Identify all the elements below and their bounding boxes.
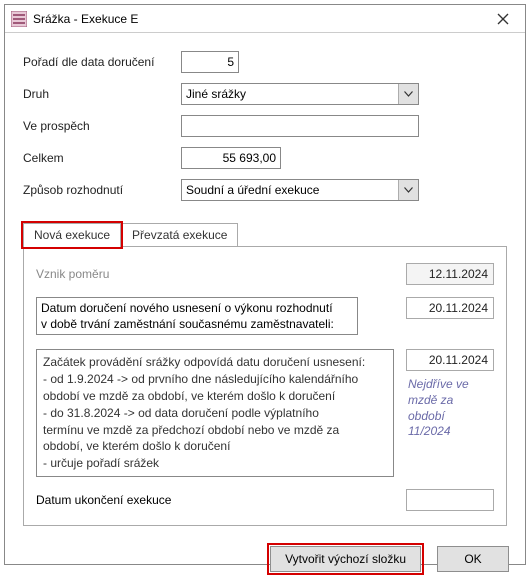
hint-text: Nejdříve ve mzdě za období 11/2024: [406, 375, 492, 441]
dialog-window: Srážka - Exekuce E Pořadí dle data doruč…: [4, 4, 526, 565]
tab-nova-exekuce[interactable]: Nová exekuce: [23, 223, 121, 247]
create-default-folder-button[interactable]: Vytvořit výchozí složku: [270, 546, 421, 572]
celkem-label: Celkem: [23, 151, 181, 165]
zpusob-label: Způsob rozhodnutí: [23, 183, 181, 197]
close-icon: [497, 13, 509, 25]
chevron-down-icon: [398, 84, 418, 104]
poradi-input[interactable]: 5: [181, 51, 239, 73]
vznik-date: 12.11.2024: [406, 263, 494, 285]
poradi-label: Pořadí dle data doručení: [23, 55, 181, 69]
druh-label: Druh: [23, 87, 181, 101]
celkem-input[interactable]: 55 693,00: [181, 147, 281, 169]
footer: Vytvořit výchozí složku OK: [5, 536, 525, 586]
veprospech-label: Ve prospěch: [23, 119, 181, 133]
description-box: Začátek provádění srážky odpovídá datu d…: [36, 349, 394, 477]
doruceni-label: Datum doručení nového usnesení o výkonu …: [36, 297, 358, 335]
close-button[interactable]: [481, 5, 525, 33]
titlebar: Srážka - Exekuce E: [5, 5, 525, 33]
zpusob-select[interactable]: Soudní a úřední exekuce: [181, 179, 419, 201]
veprospech-input[interactable]: [181, 115, 419, 137]
tabs: Nová exekuce Převzatá exekuce Vznik pomě…: [23, 223, 507, 526]
start-date-input[interactable]: 20.11.2024: [406, 349, 494, 371]
vznik-label: Vznik poměru: [36, 267, 109, 281]
druh-select[interactable]: Jiné srážky: [181, 83, 419, 105]
doruceni-date-input[interactable]: 20.11.2024: [406, 297, 494, 319]
content-area: Pořadí dle data doručení 5 Druh Jiné srá…: [5, 33, 525, 536]
tab-panel: Vznik poměru 12.11.2024 Datum doručení n…: [23, 246, 507, 526]
tab-prevzata-exekuce[interactable]: Převzatá exekuce: [121, 223, 238, 246]
window-title: Srážka - Exekuce E: [33, 12, 481, 26]
chevron-down-icon: [398, 180, 418, 200]
ukonceni-label: Datum ukončení exekuce: [36, 493, 171, 507]
ok-button[interactable]: OK: [437, 546, 509, 572]
ukonceni-date-input[interactable]: [406, 489, 494, 511]
app-icon: [11, 11, 27, 27]
